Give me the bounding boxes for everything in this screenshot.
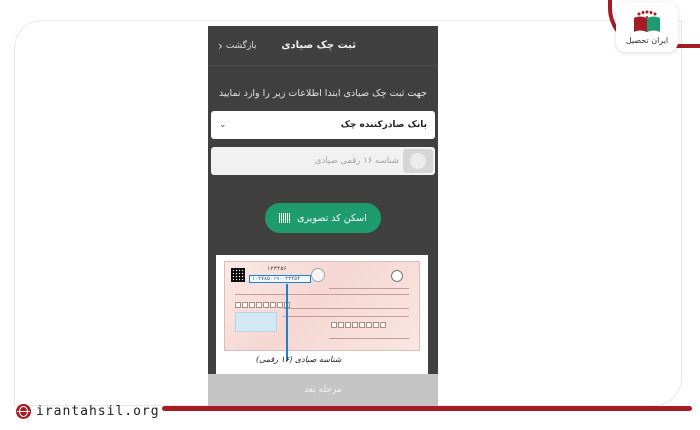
qr-code-icon <box>231 268 245 282</box>
scan-code-button[interactable]: اسکن کد تصویری <box>265 203 381 233</box>
sayadi-id-placeholder: شناسه ۱۶ رقمی صیادی <box>314 156 399 166</box>
cheque-line <box>235 294 409 295</box>
next-step-label: مرحله بعد <box>304 385 342 395</box>
back-label: بازگشت <box>225 40 257 51</box>
phone-screen: ثبت چک صیادی بازگشت ‹ جهت ثبت چک صیادی ا… <box>208 26 438 406</box>
logo-text: ایران تحصیل <box>625 35 669 45</box>
scan-button-label: اسکن کد تصویری <box>297 212 367 224</box>
form-instruction: جهت ثبت چک صیادی ابتدا اطلاعات زیر را وا… <box>219 88 427 99</box>
cheque-line <box>329 288 409 289</box>
cheque-line <box>283 308 409 309</box>
next-step-button[interactable]: مرحله بعد <box>208 374 438 406</box>
cheque-illustration: ۱۲۳۴۵۶ ۱۰۲۷۸۵۰۱۹۰۰۲۳۴۵۴ شناسه صیادی (۱۶ … <box>216 255 428 375</box>
back-button[interactable]: بازگشت ‹ <box>218 39 257 53</box>
sayadi-id-input[interactable]: شناسه ۱۶ رقمی صیادی <box>211 147 435 175</box>
site-url-text: irantahsil.org <box>36 404 160 419</box>
bank-select[interactable]: بانک صادرکننده چک ⌄ <box>211 111 435 139</box>
site-logo[interactable]: ایران تحصیل <box>616 2 678 52</box>
chevron-left-icon: ‹ <box>218 38 223 53</box>
page-title: ثبت چک صیادی <box>281 40 356 51</box>
cheque-id-highlight: ۱۰۲۷۸۵۰۱۹۰۰۲۳۴۵۴ <box>249 275 311 283</box>
site-url[interactable]: irantahsil.org <box>16 404 160 419</box>
cheque-line <box>329 338 409 339</box>
barcode-icon <box>279 213 292 223</box>
id-field-toggle[interactable] <box>403 149 433 173</box>
book-logo-icon <box>634 10 660 32</box>
frame-bottom-line <box>162 406 692 411</box>
amount-boxes <box>235 302 290 308</box>
seal-icon <box>391 270 403 282</box>
bank-select-label: بانک صادرکننده چک <box>340 120 427 130</box>
cheque-line <box>283 316 409 317</box>
cheque-serial-number: ۱۲۳۴۵۶ <box>267 266 287 272</box>
cheque-caption: شناسه صیادی (۱۶ رقمی) <box>256 355 342 364</box>
globe-icon <box>16 404 31 419</box>
chevron-down-icon: ⌄ <box>219 120 227 130</box>
pointer-line <box>286 284 288 361</box>
date-boxes <box>331 322 386 328</box>
app-header: ثبت چک صیادی بازگشت ‹ <box>208 26 438 66</box>
bank-emblem-icon <box>311 268 325 282</box>
cheque-image: ۱۲۳۴۵۶ ۱۰۲۷۸۵۰۱۹۰۰۲۳۴۵۴ <box>224 261 420 351</box>
signature-area <box>235 312 277 332</box>
